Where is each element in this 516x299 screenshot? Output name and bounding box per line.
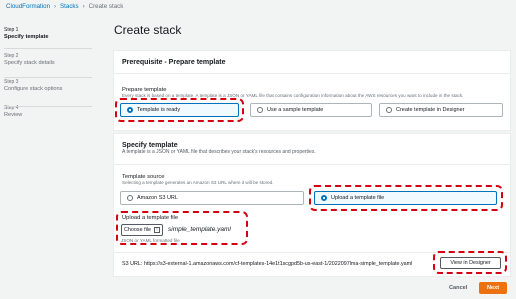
prerequisite-panel: Prerequisite - Prepare template Prepare … <box>113 50 511 131</box>
view-in-designer-button[interactable]: View in Designer <box>440 257 501 269</box>
s3-url-label: S3 URL: <box>122 261 143 267</box>
upload-template-option[interactable]: Upload a template file <box>314 191 497 205</box>
s3-url-option[interactable]: Amazon S3 URL <box>120 191 304 205</box>
step-number: Step 2 <box>4 53 19 59</box>
designer-template-option[interactable]: Create template in Designer <box>379 103 503 117</box>
breadcrumb: CloudFormation › Stacks › Create stack <box>6 3 123 10</box>
upload-field: Upload a template file <box>122 215 178 221</box>
cancel-button[interactable]: Cancel <box>449 285 467 291</box>
step-label: Configure stack options <box>4 86 63 92</box>
radio-icon <box>386 107 392 113</box>
step-number: Step 1 <box>4 27 19 33</box>
step-label: Specify stack details <box>4 60 55 66</box>
breadcrumb-cloudformation-link[interactable]: CloudFormation <box>6 3 50 10</box>
step-1[interactable]: Step 1 Specify template <box>4 27 96 41</box>
choose-file-button[interactable]: Choose file ↑ <box>121 224 163 236</box>
chevron-right-icon: › <box>54 3 57 10</box>
step-4[interactable]: Step 4 Review <box>4 105 96 119</box>
sample-template-option[interactable]: Use a sample template <box>250 103 372 117</box>
breadcrumb-stacks-link[interactable]: Stacks <box>60 3 79 10</box>
page-title: Create stack <box>114 23 182 37</box>
step-number: Step 3 <box>4 79 19 85</box>
prepare-template-desc: Every stack is based on a template. A te… <box>122 93 464 98</box>
panel-subtitle: A template is a JSON or YAML file that d… <box>122 149 316 155</box>
step-label: Review <box>4 112 23 118</box>
step-divider <box>4 106 92 107</box>
radio-selected-icon <box>127 107 133 113</box>
divider <box>114 164 510 165</box>
selected-file-name: simple_template.yaml <box>168 226 231 233</box>
radio-icon <box>127 195 133 201</box>
template-ready-option[interactable]: Template is ready <box>120 103 239 117</box>
next-button[interactable]: Next <box>479 282 507 294</box>
radio-icon <box>257 107 263 113</box>
specify-template-panel: Specify template A template is a JSON or… <box>113 133 511 277</box>
upload-label: Upload a template file <box>122 215 179 221</box>
designer-button-label: View in Designer <box>450 260 491 266</box>
option-label: Upload a template file <box>331 195 385 201</box>
choose-file-label: Choose file <box>124 227 151 233</box>
upload-icon: ↑ <box>153 227 160 233</box>
template-source-desc: Selecting a template generates an Amazon… <box>122 180 274 185</box>
step-divider <box>4 77 92 78</box>
option-label: Amazon S3 URL <box>137 195 178 201</box>
chevron-right-icon: › <box>82 3 85 10</box>
divider <box>114 252 510 253</box>
s3-url-value: https://s3-external-1.amazonaws.com/cf-t… <box>143 261 413 267</box>
step-3[interactable]: Step 3 Configure stack options <box>4 79 96 93</box>
panel-title: Specify template <box>122 142 178 149</box>
option-label: Use a sample template <box>267 107 324 113</box>
option-label: Create template in Designer <box>396 107 465 113</box>
s3-url-row: S3 URL: https://s3-external-1.amazonaws.… <box>122 261 412 267</box>
option-label: Template is ready <box>137 107 181 113</box>
breadcrumb-current: Create stack <box>88 3 124 10</box>
panel-title: Prerequisite - Prepare template <box>122 58 226 66</box>
next-label: Next <box>486 285 500 291</box>
radio-selected-icon <box>321 195 327 201</box>
step-2[interactable]: Step 2 Specify stack details <box>4 53 96 67</box>
file-format-hint: JSON or YAML formatted file <box>121 238 180 243</box>
panel-header: Prerequisite - Prepare template <box>114 51 510 74</box>
step-divider <box>4 48 92 49</box>
step-label: Specify template <box>4 34 49 40</box>
